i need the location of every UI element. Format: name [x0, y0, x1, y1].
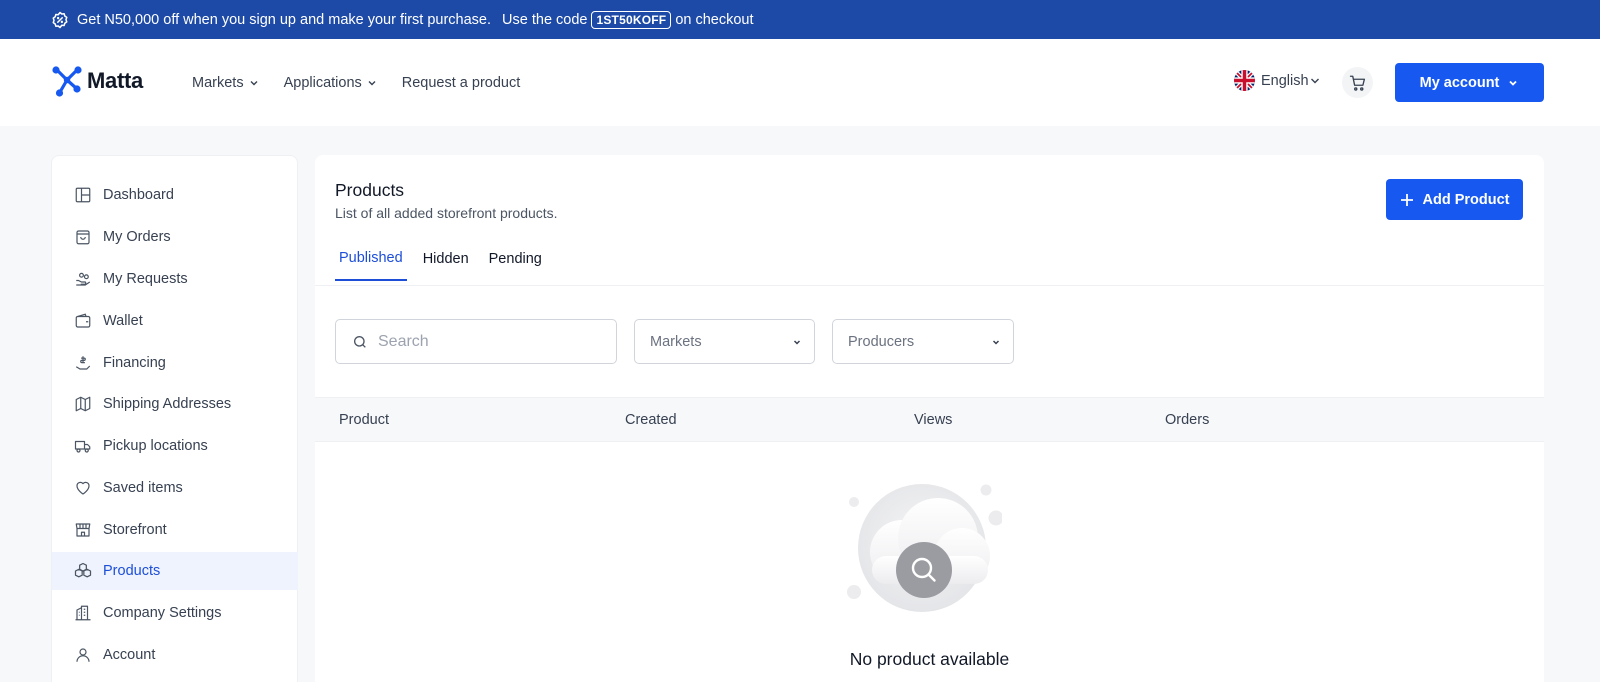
nav-request-product-label: Request a product	[401, 74, 521, 91]
sidebar-item-account[interactable]: Account	[52, 636, 298, 674]
language-selector[interactable]: English	[1234, 70, 1321, 91]
sidebar-item-pickup-locations[interactable]: Pickup locations	[52, 427, 298, 465]
sidebar-item-wallet[interactable]: Wallet	[52, 302, 298, 340]
cart-icon	[1349, 75, 1365, 91]
main-nav: Markets Applications Request a product	[192, 39, 520, 126]
layout-icon	[73, 185, 93, 205]
building-icon	[73, 603, 93, 623]
table-header: Product Created Views Orders	[315, 397, 1544, 442]
cart-button[interactable]	[1342, 67, 1373, 98]
products-panel: Products List of all added storefront pr…	[315, 155, 1544, 682]
sidebar-item-shipping-addresses[interactable]: Shipping Addresses	[52, 385, 298, 423]
sidebar-item-financing[interactable]: Financing	[52, 344, 298, 382]
sidebar-item-label: Pickup locations	[103, 438, 208, 454]
sidebar-item-my-orders[interactable]: My Orders	[52, 218, 298, 256]
empty-state-text: No product available	[849, 649, 1010, 669]
user-icon	[73, 645, 93, 665]
chevron-down-icon	[1509, 80, 1518, 86]
financing-icon	[73, 353, 93, 373]
promo-text-after: on checkout	[675, 11, 754, 28]
sidebar-item-label: Shipping Addresses	[103, 396, 232, 412]
search-box[interactable]	[335, 319, 617, 364]
sidebar-item-company-settings[interactable]: Company Settings	[52, 594, 298, 632]
sidebar-item-my-requests[interactable]: My Requests	[52, 260, 298, 298]
promo-banner: Get N50,000 off when you sign up and mak…	[0, 0, 1600, 39]
column-views[interactable]: Views	[914, 398, 952, 441]
chevron-down-icon	[1310, 78, 1319, 83]
sidebar-item-label: Financing	[103, 355, 166, 371]
logo-text: Matta	[87, 68, 143, 93]
my-account-button[interactable]: My account	[1395, 63, 1544, 102]
tab-published[interactable]: Published	[335, 237, 407, 281]
matta-logo-icon	[52, 66, 82, 97]
chevron-down-icon	[793, 339, 801, 345]
promo-code-lead: Use the code	[502, 11, 588, 28]
shopping-bag-icon	[73, 227, 93, 247]
empty-state-illustration	[847, 484, 1002, 612]
promo-text: Get N50,000 off when you sign up and mak…	[77, 11, 492, 28]
search-icon	[354, 335, 366, 348]
sidebar-item-saved-items[interactable]: Saved items	[52, 469, 298, 507]
nav-request-product[interactable]: Request a product	[402, 75, 521, 91]
sidebar-item-storefront[interactable]: Storefront	[52, 511, 298, 549]
sidebar-item-products[interactable]: Products	[52, 552, 298, 590]
uk-flag-icon	[1234, 70, 1255, 91]
nav-markets-label: Markets	[192, 74, 244, 91]
heart-icon	[73, 478, 93, 498]
column-product[interactable]: Product	[339, 398, 389, 441]
sidebar-item-label: Company Settings	[103, 605, 222, 621]
sidebar: Dashboard My Orders My Requests Wallet F…	[51, 155, 298, 682]
markets-filter-label: Markets	[650, 333, 702, 350]
sidebar-item-dashboard[interactable]: Dashboard	[52, 176, 298, 214]
wallet-icon	[73, 311, 93, 331]
promo-code: 1ST50KOFF	[591, 10, 672, 29]
page-subtitle: List of all added storefront products.	[335, 205, 558, 221]
boxes-icon	[73, 561, 93, 581]
sidebar-item-label: Storefront	[103, 522, 167, 538]
sidebar-item-label: Products	[103, 563, 161, 579]
search-input[interactable]	[378, 332, 608, 351]
chevron-down-icon	[992, 339, 1000, 345]
producers-filter[interactable]: Producers	[832, 319, 1014, 364]
nav-applications[interactable]: Applications	[284, 75, 378, 91]
map-icon	[73, 394, 93, 414]
product-tabs: Published Hidden Pending	[335, 237, 558, 281]
sidebar-item-label: My Orders	[103, 229, 171, 245]
sidebar-item-label: Wallet	[103, 313, 143, 329]
page-title: Products	[335, 180, 405, 200]
truck-icon	[73, 436, 93, 456]
sidebar-item-label: Saved items	[103, 480, 183, 496]
sidebar-item-label: My Requests	[103, 271, 188, 287]
hand-coins-icon	[73, 269, 93, 289]
chevron-down-icon	[250, 80, 258, 85]
matta-logo[interactable]: Matta	[51, 65, 143, 97]
plus-icon	[1400, 193, 1413, 206]
tab-pending[interactable]: Pending	[485, 237, 546, 281]
add-product-label: Add Product	[1422, 191, 1510, 208]
markets-filter[interactable]: Markets	[634, 319, 815, 364]
column-orders[interactable]: Orders	[1165, 398, 1209, 441]
sidebar-item-label: Dashboard	[103, 187, 174, 203]
tab-divider	[315, 285, 1544, 286]
column-created[interactable]: Created	[625, 398, 677, 441]
top-header: Matta Markets Applications Request a pro…	[0, 39, 1600, 126]
nav-markets[interactable]: Markets	[192, 75, 260, 91]
store-icon	[73, 520, 93, 540]
producers-filter-label: Producers	[848, 333, 915, 350]
chevron-down-icon	[368, 80, 376, 85]
discount-badge-icon	[51, 11, 69, 29]
tab-hidden[interactable]: Hidden	[419, 237, 473, 281]
language-label: English	[1261, 72, 1309, 89]
my-account-label: My account	[1419, 74, 1500, 91]
nav-applications-label: Applications	[283, 74, 362, 91]
add-product-button[interactable]: Add Product	[1386, 179, 1523, 220]
sidebar-item-label: Account	[103, 647, 156, 663]
